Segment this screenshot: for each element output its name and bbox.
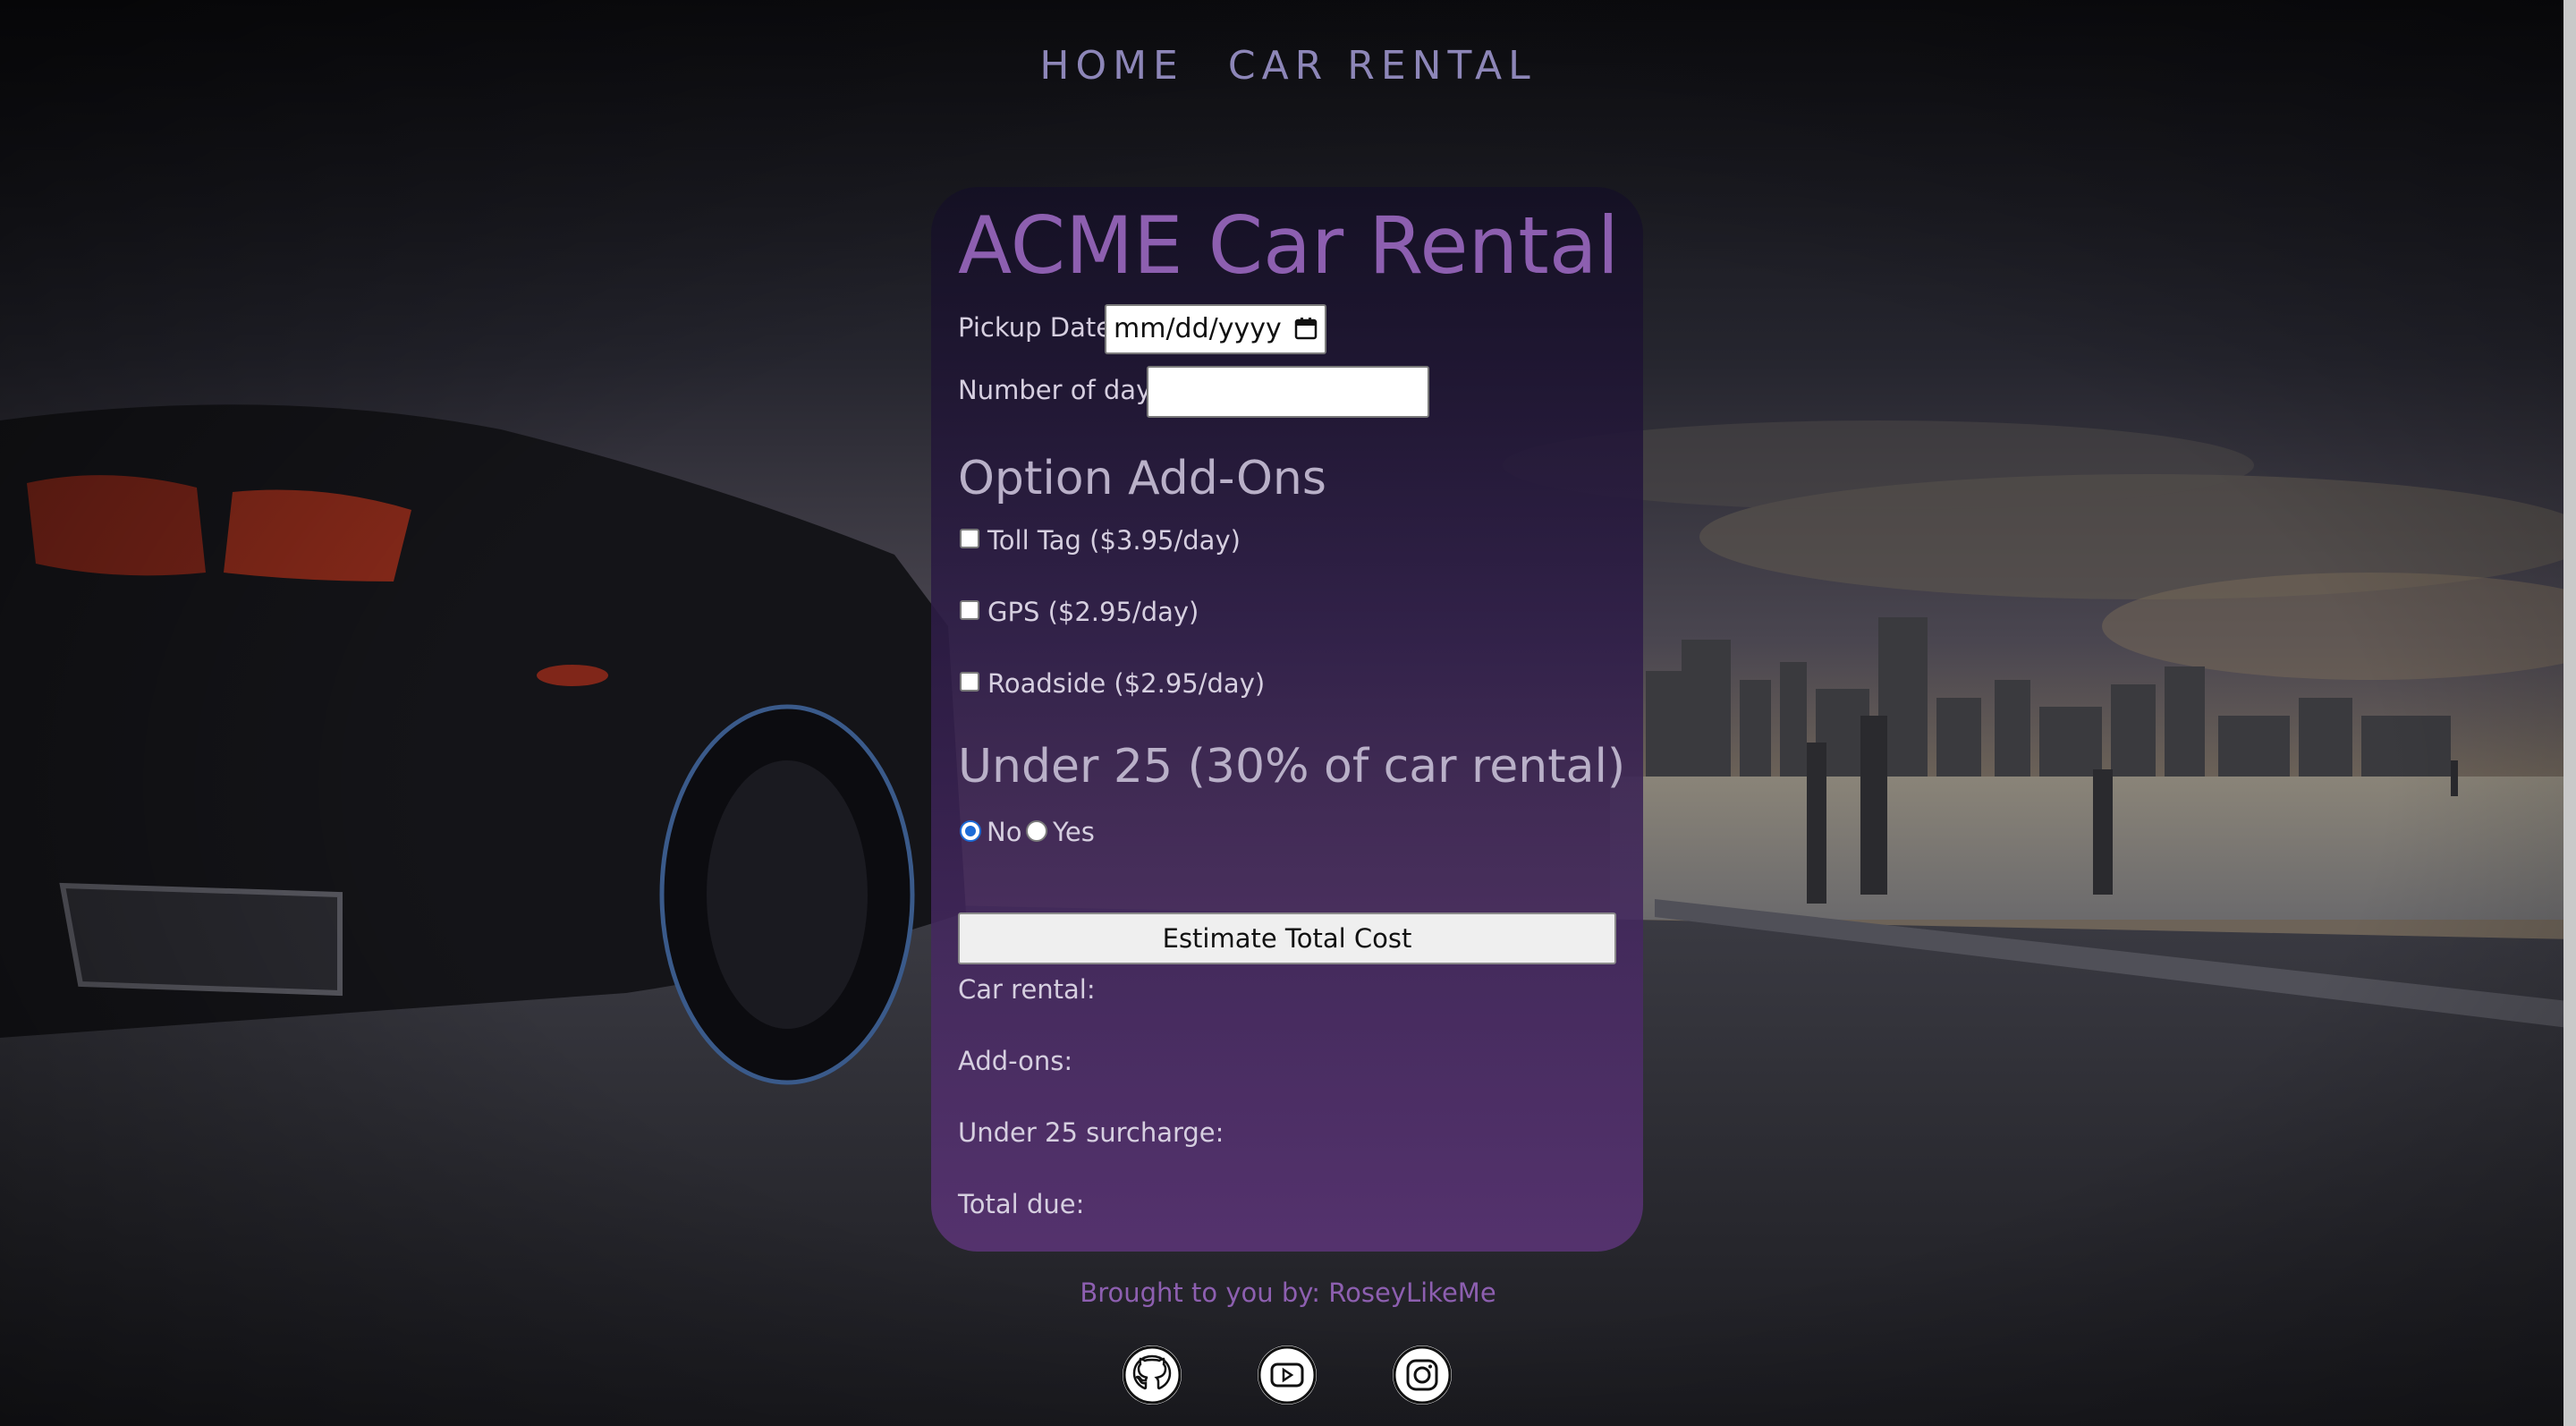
under25-yes-label[interactable]: Yes [1053,817,1095,847]
youtube-link[interactable] [1258,1345,1317,1405]
toll-tag-label[interactable]: Toll Tag ($3.95/day) [987,525,1241,556]
github-link[interactable] [1123,1345,1182,1405]
gps-label[interactable]: GPS ($2.95/day) [987,597,1199,627]
top-nav: HOME CAR RENTAL [0,43,2576,89]
toll-tag-checkbox[interactable] [960,529,979,548]
roadside-label[interactable]: Roadside ($2.95/day) [987,668,1265,699]
pickup-date-placeholder: mm/dd/yyyy [1114,313,1282,344]
under25-no-radio[interactable] [960,820,981,842]
number-of-days-label: Number of days: [958,375,1174,405]
total-due-result: Total due: [958,1189,1085,1219]
pickup-date-input[interactable]: mm/dd/yyyy [1105,304,1326,354]
number-of-days-input[interactable] [1147,366,1429,418]
under25-no-label[interactable]: No [987,817,1021,847]
nav-link-home[interactable]: HOME [1039,43,1183,89]
footer-credit: Brought to you by: RoseyLikeMe [1080,1277,1496,1308]
nav-link-car-rental[interactable]: CAR RENTAL [1228,43,1537,89]
calendar-icon[interactable] [1294,317,1318,340]
rental-form-card: ACME Car Rental Pickup Date: mm/dd/yyyy … [931,187,1643,1252]
instagram-icon [1393,1345,1452,1405]
youtube-icon [1258,1345,1317,1405]
page-title: ACME Car Rental [958,199,1620,292]
instagram-link[interactable] [1393,1345,1452,1405]
under25-surcharge-result: Under 25 surcharge: [958,1117,1224,1148]
estimate-total-cost-button[interactable]: Estimate Total Cost [958,912,1616,964]
addons-heading: Option Add-Ons [958,452,1326,505]
github-icon [1123,1345,1182,1405]
under25-yes-radio[interactable] [1026,820,1047,842]
roadside-checkbox[interactable] [960,672,979,692]
under25-heading: Under 25 (30% of car rental) [958,740,1626,794]
pickup-date-label: Pickup Date: [958,312,1121,343]
addons-result: Add-ons: [958,1046,1073,1076]
gps-checkbox[interactable] [960,600,979,620]
car-rental-result: Car rental: [958,974,1096,1005]
